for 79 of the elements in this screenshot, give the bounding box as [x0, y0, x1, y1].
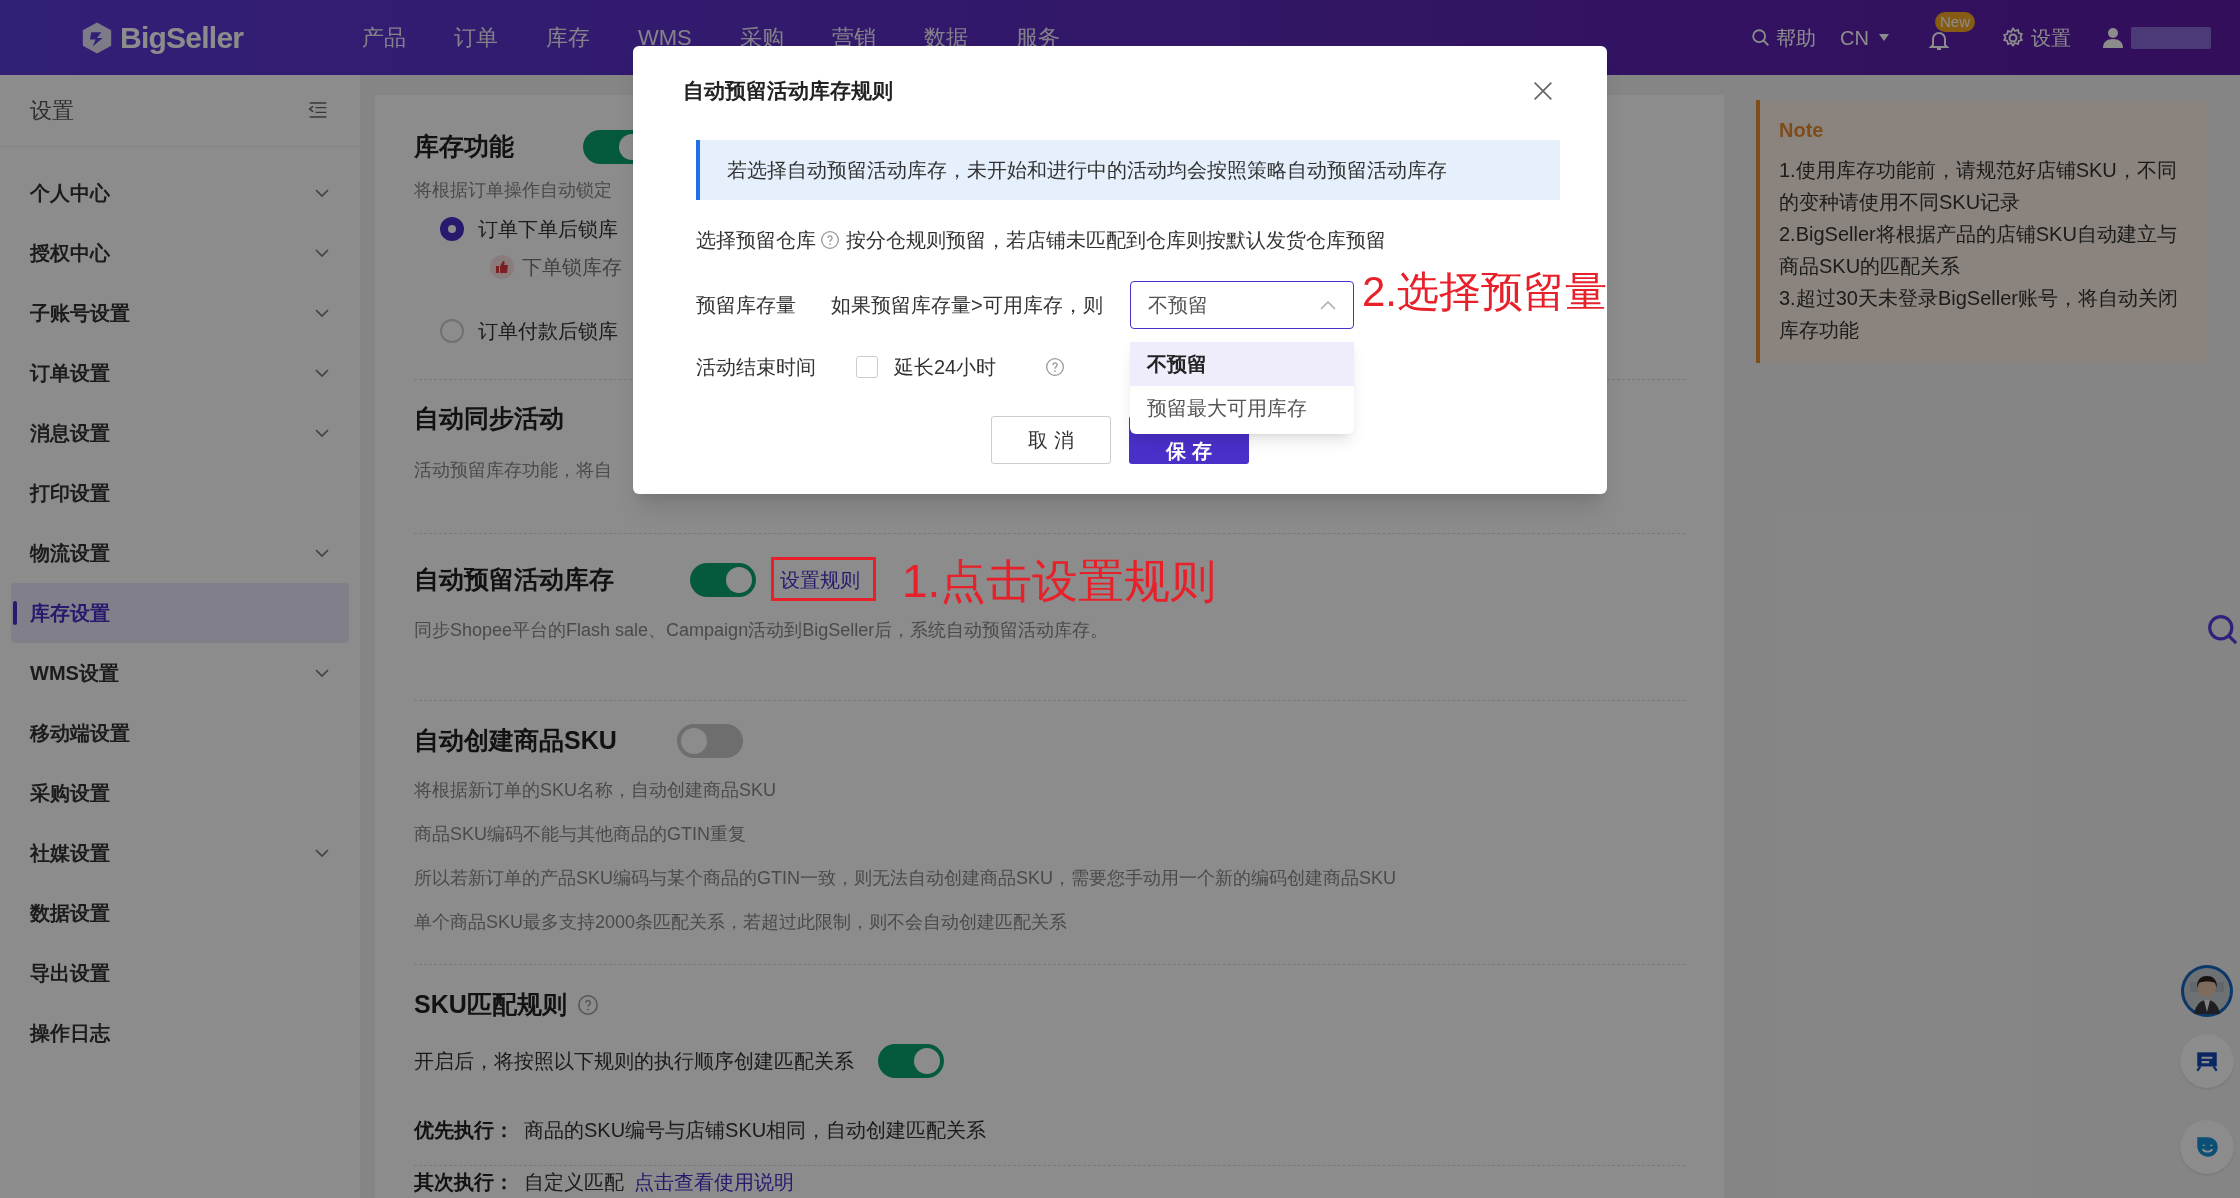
- section-title: 自动创建商品SKU: [414, 725, 617, 757]
- radio-label: 订单下单后锁库: [478, 217, 618, 242]
- sidebar-item[interactable]: 数据设置: [11, 883, 349, 943]
- description-text: 单个商品SKU最多支持2000条匹配关系，若超过此限制，则不会自动创建匹配关系: [414, 911, 1068, 934]
- sidebar-item[interactable]: WMS设置: [11, 643, 349, 703]
- rule-label: 优先执行：: [414, 1118, 514, 1143]
- radio-label: 订单付款后锁库: [478, 319, 618, 344]
- sidebar-item[interactable]: 社媒设置: [11, 823, 349, 883]
- smiley-icon: [2194, 1134, 2220, 1160]
- annotation-text: 2.选择预留量: [1362, 267, 1608, 317]
- nav-link[interactable]: 订单: [454, 21, 498, 54]
- cancel-button[interactable]: 取 消: [991, 416, 1111, 464]
- description-text: 将根据新订单的SKU名称，自动创建商品SKU: [414, 779, 777, 802]
- chat-button[interactable]: [2180, 1034, 2234, 1088]
- close-icon: [1533, 81, 1553, 101]
- description-text: 活动预留库存功能，将自: [414, 459, 612, 482]
- section-title: SKU匹配规则: [414, 989, 567, 1021]
- thumbs-up-icon: [490, 255, 514, 279]
- dropdown-option[interactable]: 不预留: [1130, 342, 1354, 386]
- note-text: 3.超过30天未登录BigSeller账号，将自动关闭库存功能: [1779, 286, 2179, 343]
- nav-link[interactable]: 库存: [546, 21, 590, 54]
- help-link[interactable]: 点击查看使用说明: [634, 1167, 794, 1197]
- select-field[interactable]: 不预留: [1130, 281, 1354, 329]
- checkbox[interactable]: [856, 356, 878, 378]
- sidebar-title: 设置: [30, 97, 74, 125]
- nav-link[interactable]: 产品: [362, 21, 406, 54]
- description-text: 商品SKU编码不能与其他商品的GTIN重复: [414, 823, 746, 846]
- sidebar-item[interactable]: 采购设置: [11, 763, 349, 823]
- sidebar-item[interactable]: 授权中心: [11, 223, 349, 283]
- set-rules-link[interactable]: 设置规则: [780, 565, 860, 595]
- sidebar-item[interactable]: 移动端设置: [11, 703, 349, 763]
- radio-button[interactable]: [440, 217, 464, 241]
- feedback-button[interactable]: [2180, 1120, 2234, 1174]
- language-selector[interactable]: CN: [1840, 22, 1869, 53]
- note-text: 2.BigSeller将根据产品的店铺SKU自动建立与商品SKU的匹配关系: [1779, 222, 2178, 279]
- help-icon: [820, 230, 840, 250]
- new-badge: New: [1935, 11, 1975, 32]
- field-label: 预留库存量: [696, 293, 797, 318]
- sidebar-item[interactable]: 打印设置: [11, 463, 349, 523]
- note-text: 1.使用库存功能前，请规范好店铺SKU，不同的变种请使用不同SKU记录: [1779, 158, 2178, 215]
- toggle-switch[interactable]: [878, 1044, 944, 1078]
- search-icon: [2206, 612, 2238, 646]
- field-label: 选择预留仓库: [696, 228, 816, 253]
- rule-text: 自定义匹配: [524, 1170, 624, 1195]
- toggle-switch[interactable]: [690, 563, 756, 597]
- caret-icon: [1879, 33, 1889, 42]
- rule-text: 商品的SKU编号与店铺SKU相同，自动创建匹配关系: [524, 1118, 987, 1143]
- section-title: 自动同步活动: [414, 403, 564, 435]
- help-icon: [576, 994, 599, 1016]
- section-title: 自动预留活动库存: [414, 564, 614, 596]
- sidebar-item[interactable]: 个人中心: [11, 163, 349, 223]
- field-text: 如果预留库存量>可用库存，则: [831, 293, 1104, 318]
- description-text: 开启后，将按照以下规则的执行顺序创建匹配关系: [414, 1049, 854, 1074]
- description-text: 将根据订单操作自动锁定: [414, 179, 612, 202]
- field-label: 活动结束时间: [696, 355, 817, 380]
- settings-link[interactable]: 设置: [2031, 22, 2071, 53]
- info-banner: 若选择自动预留活动库存，未开始和进行中的活动均会按照策略自动预留活动库存: [696, 140, 1560, 200]
- help-link[interactable]: 帮助: [1776, 22, 1817, 53]
- sidebar-item[interactable]: 库存设置: [11, 583, 349, 643]
- user-icon: [2101, 25, 2125, 50]
- sidebar-item[interactable]: 子账号设置: [11, 283, 349, 343]
- sidebar-item[interactable]: 订单设置: [11, 343, 349, 403]
- dialog-title: 自动预留活动库存规则: [683, 78, 893, 105]
- field-text: 按分仓规则预留，若店铺未匹配到仓库则按默认发货仓库预留: [846, 228, 1386, 253]
- sidebar-item[interactable]: 导出设置: [11, 943, 349, 1003]
- toggle-switch[interactable]: [676, 724, 743, 758]
- tip-text: 下单锁库存: [522, 255, 622, 280]
- annotation-text: 1.点击设置规则: [902, 554, 1217, 609]
- help-icon: [1045, 357, 1066, 377]
- note-title: Note: [1779, 118, 1825, 143]
- chevron-up-icon: [1320, 300, 1336, 310]
- description-text: 同步Shopee平台的Flash sale、Campaign活动到BigSeller后，系统自动预留活动库存。: [414, 619, 1109, 642]
- sidebar-item[interactable]: 消息设置: [11, 403, 349, 463]
- rule-label: 其次执行：: [414, 1170, 514, 1195]
- checkbox-label: 延长24小时: [894, 355, 997, 380]
- sidebar-item[interactable]: 物流设置: [11, 523, 349, 583]
- section-title: 库存功能: [414, 131, 514, 163]
- sidebar-item[interactable]: 操作日志: [11, 1003, 349, 1063]
- logo-text: BigSeller: [120, 20, 244, 56]
